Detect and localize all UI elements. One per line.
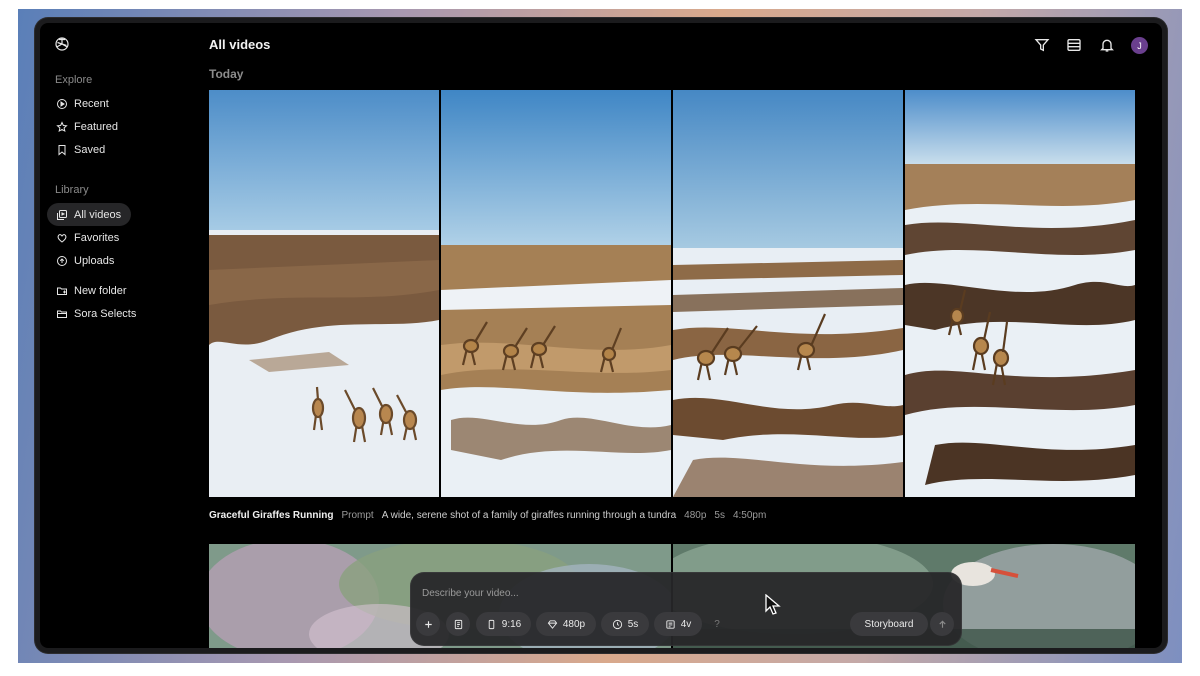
duration-button[interactable]: 5s [601, 612, 649, 636]
prompt-label: Prompt [341, 510, 374, 521]
sidebar-item-recent[interactable]: Recent [47, 92, 131, 115]
sidebar-item-favorites[interactable]: Favorites [47, 226, 131, 249]
document-icon [454, 619, 462, 629]
star-icon [56, 120, 68, 132]
sidebar-item-uploads[interactable]: Uploads [47, 249, 131, 272]
play-circle-icon [57, 98, 67, 109]
aspect-ratio-button[interactable]: 9:16 [476, 612, 531, 636]
prompt-text: A wide, serene shot of a family of giraf… [381, 510, 677, 521]
sidebar-item-featured[interactable]: Featured [47, 115, 131, 138]
page-title: All videos [209, 37, 271, 52]
giraffe-scene-image [209, 90, 439, 497]
group-label-today: Today [209, 67, 244, 81]
preset-button[interactable] [446, 612, 470, 636]
explore-section-label: Explore [55, 74, 93, 86]
variations-button[interactable]: 4v [654, 612, 702, 636]
new-folder-icon [57, 287, 67, 295]
sidebar-item-saved[interactable]: Saved [47, 138, 131, 161]
sidebar: Explore Recent Featured Saved Library Al… [40, 23, 200, 648]
sidebar-item-label: Recent [74, 97, 109, 110]
filter-icon[interactable] [1034, 37, 1050, 53]
videos-icon [57, 209, 67, 220]
video-thumbnail-4[interactable] [905, 90, 1135, 497]
video-thumbnail-1[interactable] [209, 90, 439, 497]
plus-icon [424, 620, 432, 628]
resolution-value: 480p [684, 510, 707, 521]
bookmark-icon [58, 144, 66, 156]
heart-icon [57, 233, 67, 243]
video-meta: Graceful Giraffes Running Prompt A wide,… [209, 510, 766, 521]
sidebar-item-label: New folder [74, 284, 127, 297]
giraffe-scene-image [441, 90, 671, 497]
layout-icon[interactable] [1066, 37, 1082, 53]
avatar[interactable]: J [1131, 37, 1148, 54]
sidebar-item-label: Saved [74, 143, 106, 156]
help-button[interactable]: ? [705, 612, 729, 636]
giraffe-scene-image [905, 90, 1135, 497]
sidebar-item-label: Uploads [74, 254, 115, 267]
video-thumbnail-2[interactable] [441, 90, 671, 497]
storyboard-button[interactable]: Storyboard [850, 612, 928, 636]
mouse-cursor-icon [765, 594, 781, 615]
arrow-up-icon [938, 619, 946, 628]
timestamp: 4:50pm [732, 510, 767, 521]
help-label: ? [714, 618, 720, 630]
aspect-ratio-label: 9:16 [501, 618, 522, 630]
bell-icon[interactable] [1099, 37, 1115, 53]
app-window: Explore Recent Featured Saved Library Al… [40, 23, 1162, 648]
logo-icon[interactable] [53, 35, 71, 53]
sidebar-item-label: Favorites [74, 231, 120, 244]
giraffe-scene-image [673, 90, 903, 497]
video-title[interactable]: Graceful Giraffes Running [209, 510, 333, 521]
clock-icon [612, 619, 622, 629]
sidebar-item-sora-selects[interactable]: Sora Selects [47, 302, 143, 325]
duration-value: 5s [714, 510, 725, 521]
describe-video-input[interactable] [422, 584, 942, 602]
grid-icon [666, 619, 675, 629]
add-button[interactable] [416, 612, 440, 636]
library-section-label: Library [55, 184, 89, 196]
duration-label: 5s [627, 618, 639, 630]
sidebar-item-label: All videos [74, 208, 122, 221]
upload-icon [57, 255, 67, 266]
resolution-label: 480p [562, 618, 586, 630]
phone-portrait-icon [488, 619, 495, 629]
storyboard-label: Storyboard [864, 618, 914, 630]
video-thumbnail-3[interactable] [673, 90, 903, 497]
prompt-composer: 9:16 480p 5s 4v ? Storyboard [410, 572, 962, 646]
submit-button[interactable] [930, 612, 954, 636]
sidebar-item-label: Sora Selects [74, 307, 137, 320]
variations-label: 4v [680, 618, 692, 630]
sidebar-item-all-videos[interactable]: All videos [47, 203, 131, 226]
diamond-icon [547, 619, 558, 629]
folder-icon [57, 310, 67, 318]
resolution-button[interactable]: 480p [536, 612, 596, 636]
sidebar-item-label: Featured [74, 120, 119, 133]
sidebar-item-new-folder[interactable]: New folder [47, 279, 131, 302]
